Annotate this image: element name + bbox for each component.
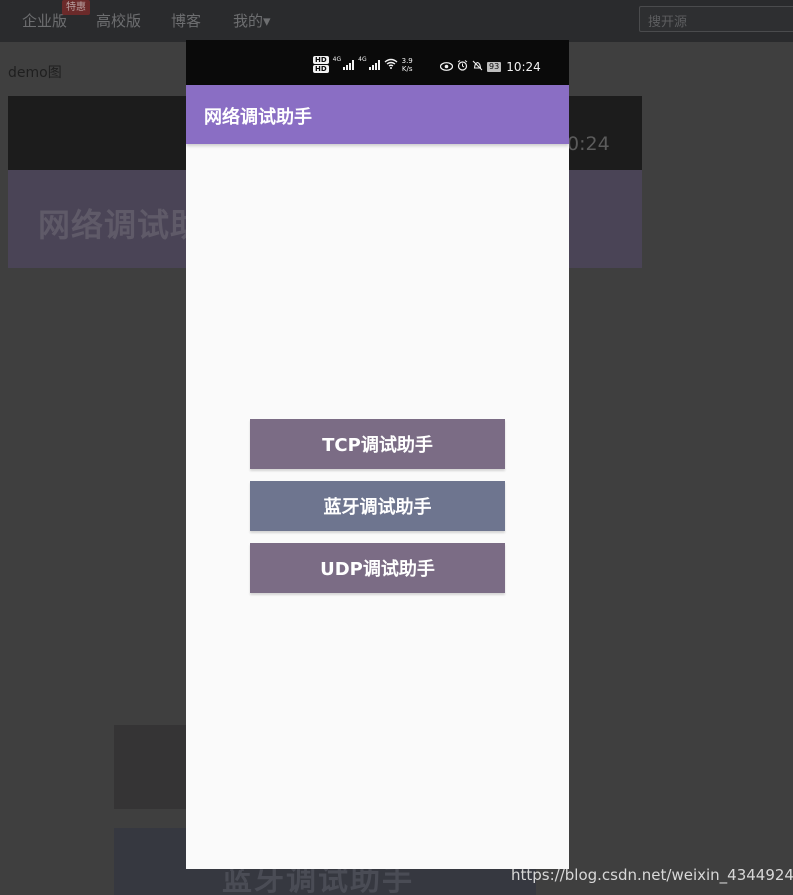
udp-debug-button[interactable]: UDP调试助手: [250, 543, 505, 593]
signal-strength-icon: [343, 59, 355, 70]
hd-voice-icon-2: HD: [313, 65, 329, 73]
phone-status-bar: HD HD 4G 4G 3.9 K/s 93 10:24: [186, 40, 569, 85]
nav-mine-dropdown[interactable]: 我的▾: [233, 10, 271, 31]
alarm-clock-icon: [457, 60, 468, 74]
background-appbar-title-fragment: 网络调试助: [38, 206, 204, 244]
phone-screenshot: HD HD 4G 4G 3.9 K/s 93 10:24 网络调试助手 TCP调…: [186, 40, 569, 869]
background-time-fragment: 0:24: [567, 133, 610, 155]
tcp-debug-button[interactable]: TCP调试助手: [250, 419, 505, 469]
battery-icon: 93: [487, 62, 502, 72]
hd-icons: HD HD: [313, 56, 329, 73]
app-title: 网络调试助手: [204, 107, 312, 128]
status-right-icons: 93 10:24: [439, 60, 541, 74]
nav-enterprise-badge: 特惠: [62, 0, 90, 15]
app-bar: 网络调试助手: [186, 85, 569, 144]
status-left-icons: HD HD 4G 4G 3.9 K/s: [313, 56, 413, 73]
bluetooth-debug-button[interactable]: 蓝牙调试助手: [250, 481, 505, 531]
network-speed: 3.9 K/s: [402, 57, 413, 73]
network-type-label-2: 4G: [358, 56, 367, 63]
bell-muted-icon: [472, 60, 483, 74]
network-speed-value: 3.9: [401, 56, 413, 65]
hd-voice-icon: HD: [313, 56, 329, 64]
background-button-image: [114, 725, 186, 809]
nav-blog-link[interactable]: 博客: [171, 10, 201, 31]
article-demo-title: demo图: [8, 65, 62, 81]
network-speed-unit: K/s: [401, 64, 413, 73]
status-time: 10:24: [506, 60, 541, 74]
wifi-icon: [384, 58, 398, 72]
nav-enterprise-link[interactable]: 企业版: [22, 10, 67, 31]
eye-comfort-icon: [439, 61, 454, 74]
nav-college-link[interactable]: 高校版: [96, 10, 141, 31]
nav-search-input[interactable]: 搜开源: [639, 6, 793, 32]
network-type-label: 4G: [332, 56, 342, 63]
signal-strength-icon-2: [368, 59, 380, 70]
background-top-nav: 企业版 特惠 高校版 博客 我的▾ 搜开源: [0, 0, 793, 42]
